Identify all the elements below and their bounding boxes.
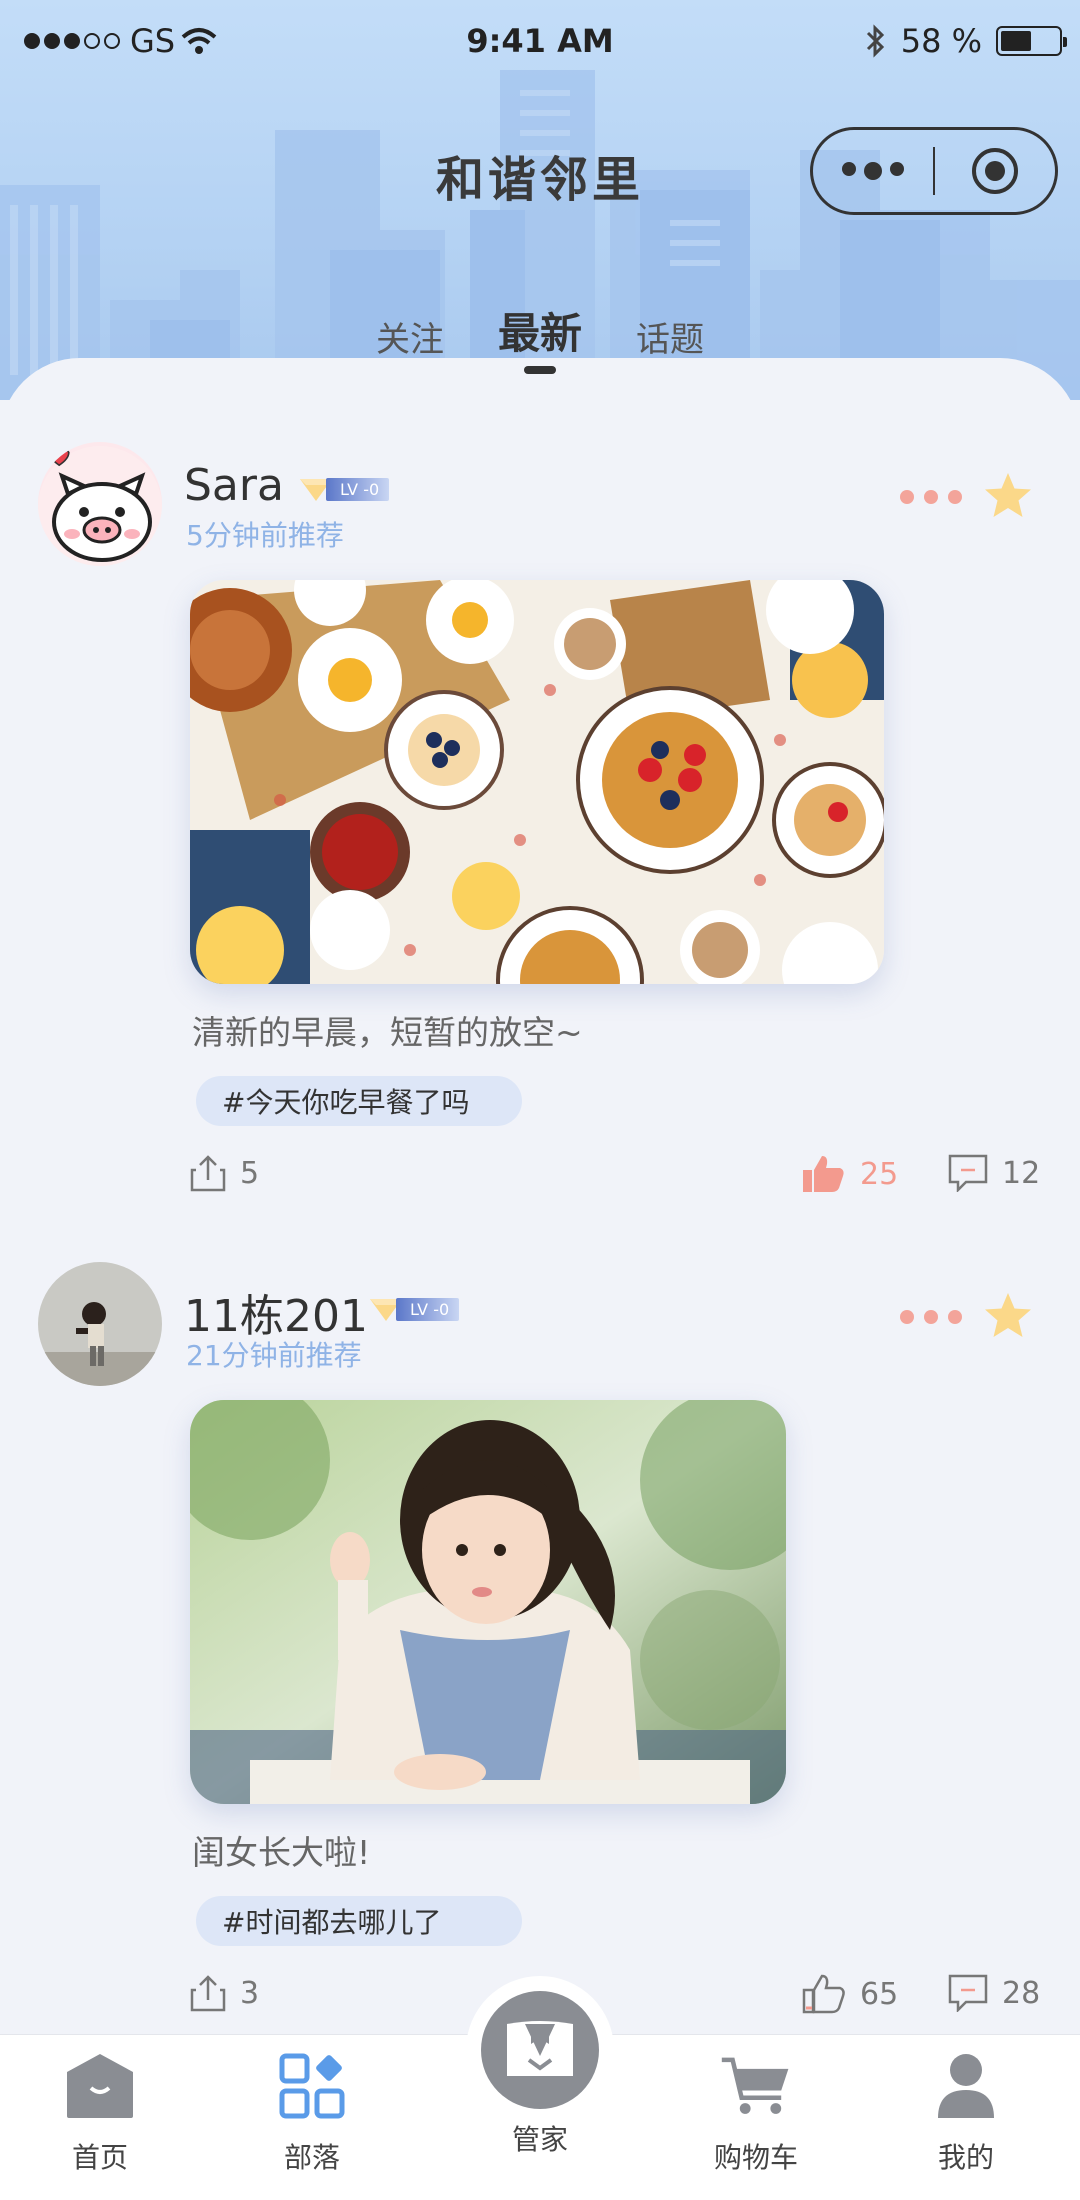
avatar[interactable] <box>38 442 162 566</box>
comment-icon <box>948 1974 988 2012</box>
nav-home[interactable]: 首页 <box>20 2050 180 2176</box>
hashtag-chip[interactable]: #时间都去哪儿了 <box>196 1896 522 1946</box>
like-button[interactable]: 65 <box>802 1974 898 2014</box>
star-icon[interactable] <box>982 470 1034 522</box>
butler-icon <box>507 2021 573 2076</box>
post-time: 5分钟前推荐 <box>186 519 344 552</box>
post-more-button[interactable] <box>900 1310 962 1324</box>
child-photo-avatar <box>38 1262 162 1386</box>
nav-label: 我的 <box>937 2141 994 2174</box>
battery-percent: 58 % <box>900 22 982 60</box>
home-icon <box>67 2054 133 2118</box>
avatar[interactable] <box>38 1262 162 1386</box>
nav-cart[interactable]: 购物车 <box>676 2050 836 2176</box>
post-time: 21分钟前推荐 <box>186 1339 362 1372</box>
status-bar: GS 9:41 AM 58 % <box>0 18 1080 68</box>
more-options-button[interactable] <box>813 162 933 180</box>
comment-button[interactable]: 28 <box>948 1974 1040 2012</box>
nav-profile[interactable]: 我的 <box>886 2050 1046 2176</box>
thumbs-up-icon <box>802 1974 845 2014</box>
tribe-grid-icon <box>279 2053 345 2119</box>
battery-icon <box>996 26 1067 56</box>
nav-label: 部落 <box>283 2141 340 2174</box>
level-label: LV -0 <box>326 477 390 501</box>
feed-panel: Sara LV -0 5分钟前推荐 清新的早晨，短暂的放空~ #今天你吃早餐了吗… <box>0 358 1080 2058</box>
profile-icon <box>938 2054 994 2118</box>
nav-label: 管家 <box>511 2123 568 2156</box>
tab-follow[interactable]: 关注 <box>376 312 444 361</box>
bluetooth-icon <box>866 24 884 58</box>
header: GS 9:41 AM 58 % 和谐邻里 关注 最新 话题 <box>0 0 1080 400</box>
mini-program-capsule <box>810 127 1058 215</box>
share-count: 3 <box>240 1975 260 2011</box>
post-card: Sara LV -0 5分钟前推荐 清新的早晨，短暂的放空~ #今天你吃早餐了吗… <box>0 358 1080 1238</box>
level-badge: LV -0 <box>296 474 390 504</box>
comment-count: 28 <box>1002 1975 1041 2011</box>
star-icon[interactable] <box>982 1290 1034 1342</box>
level-badge: LV -0 <box>366 1294 460 1324</box>
share-icon <box>190 1975 226 2012</box>
target-icon <box>972 148 1018 194</box>
post-more-button[interactable] <box>900 490 962 504</box>
nav-label: 首页 <box>71 2141 128 2174</box>
post-caption: 清新的早晨，短暂的放空~ <box>192 1013 583 1052</box>
nav-tribe[interactable]: 部落 <box>232 2050 392 2176</box>
post-photo-girl[interactable] <box>190 1400 786 1804</box>
post-photo-breakfast[interactable] <box>190 580 884 984</box>
like-count: 65 <box>860 1976 899 2012</box>
level-label: LV -0 <box>396 1297 460 1321</box>
tab-topics[interactable]: 话题 <box>636 312 704 361</box>
feed-tabs: 关注 最新 话题 <box>0 300 1080 361</box>
share-button[interactable]: 3 <box>190 1974 259 2012</box>
butler-center-button[interactable] <box>466 1976 614 2124</box>
post-caption: 闺女长大啦! <box>192 1833 371 1872</box>
pig-avatar-icon <box>38 442 162 566</box>
nav-label: 购物车 <box>713 2141 798 2174</box>
hashtag-chip[interactable]: #今天你吃早餐了吗 <box>196 1076 522 1126</box>
tab-latest[interactable]: 最新 <box>498 300 582 361</box>
close-miniprogram-button[interactable] <box>935 148 1055 194</box>
post-card: 11栋201 LV -0 21分钟前推荐 闺女长大啦! #时间都去哪儿了 3 6… <box>0 1178 1080 2058</box>
username[interactable]: Sara <box>184 460 284 511</box>
nav-butler[interactable]: 管家 <box>460 2118 620 2158</box>
cart-icon <box>721 2057 789 2114</box>
